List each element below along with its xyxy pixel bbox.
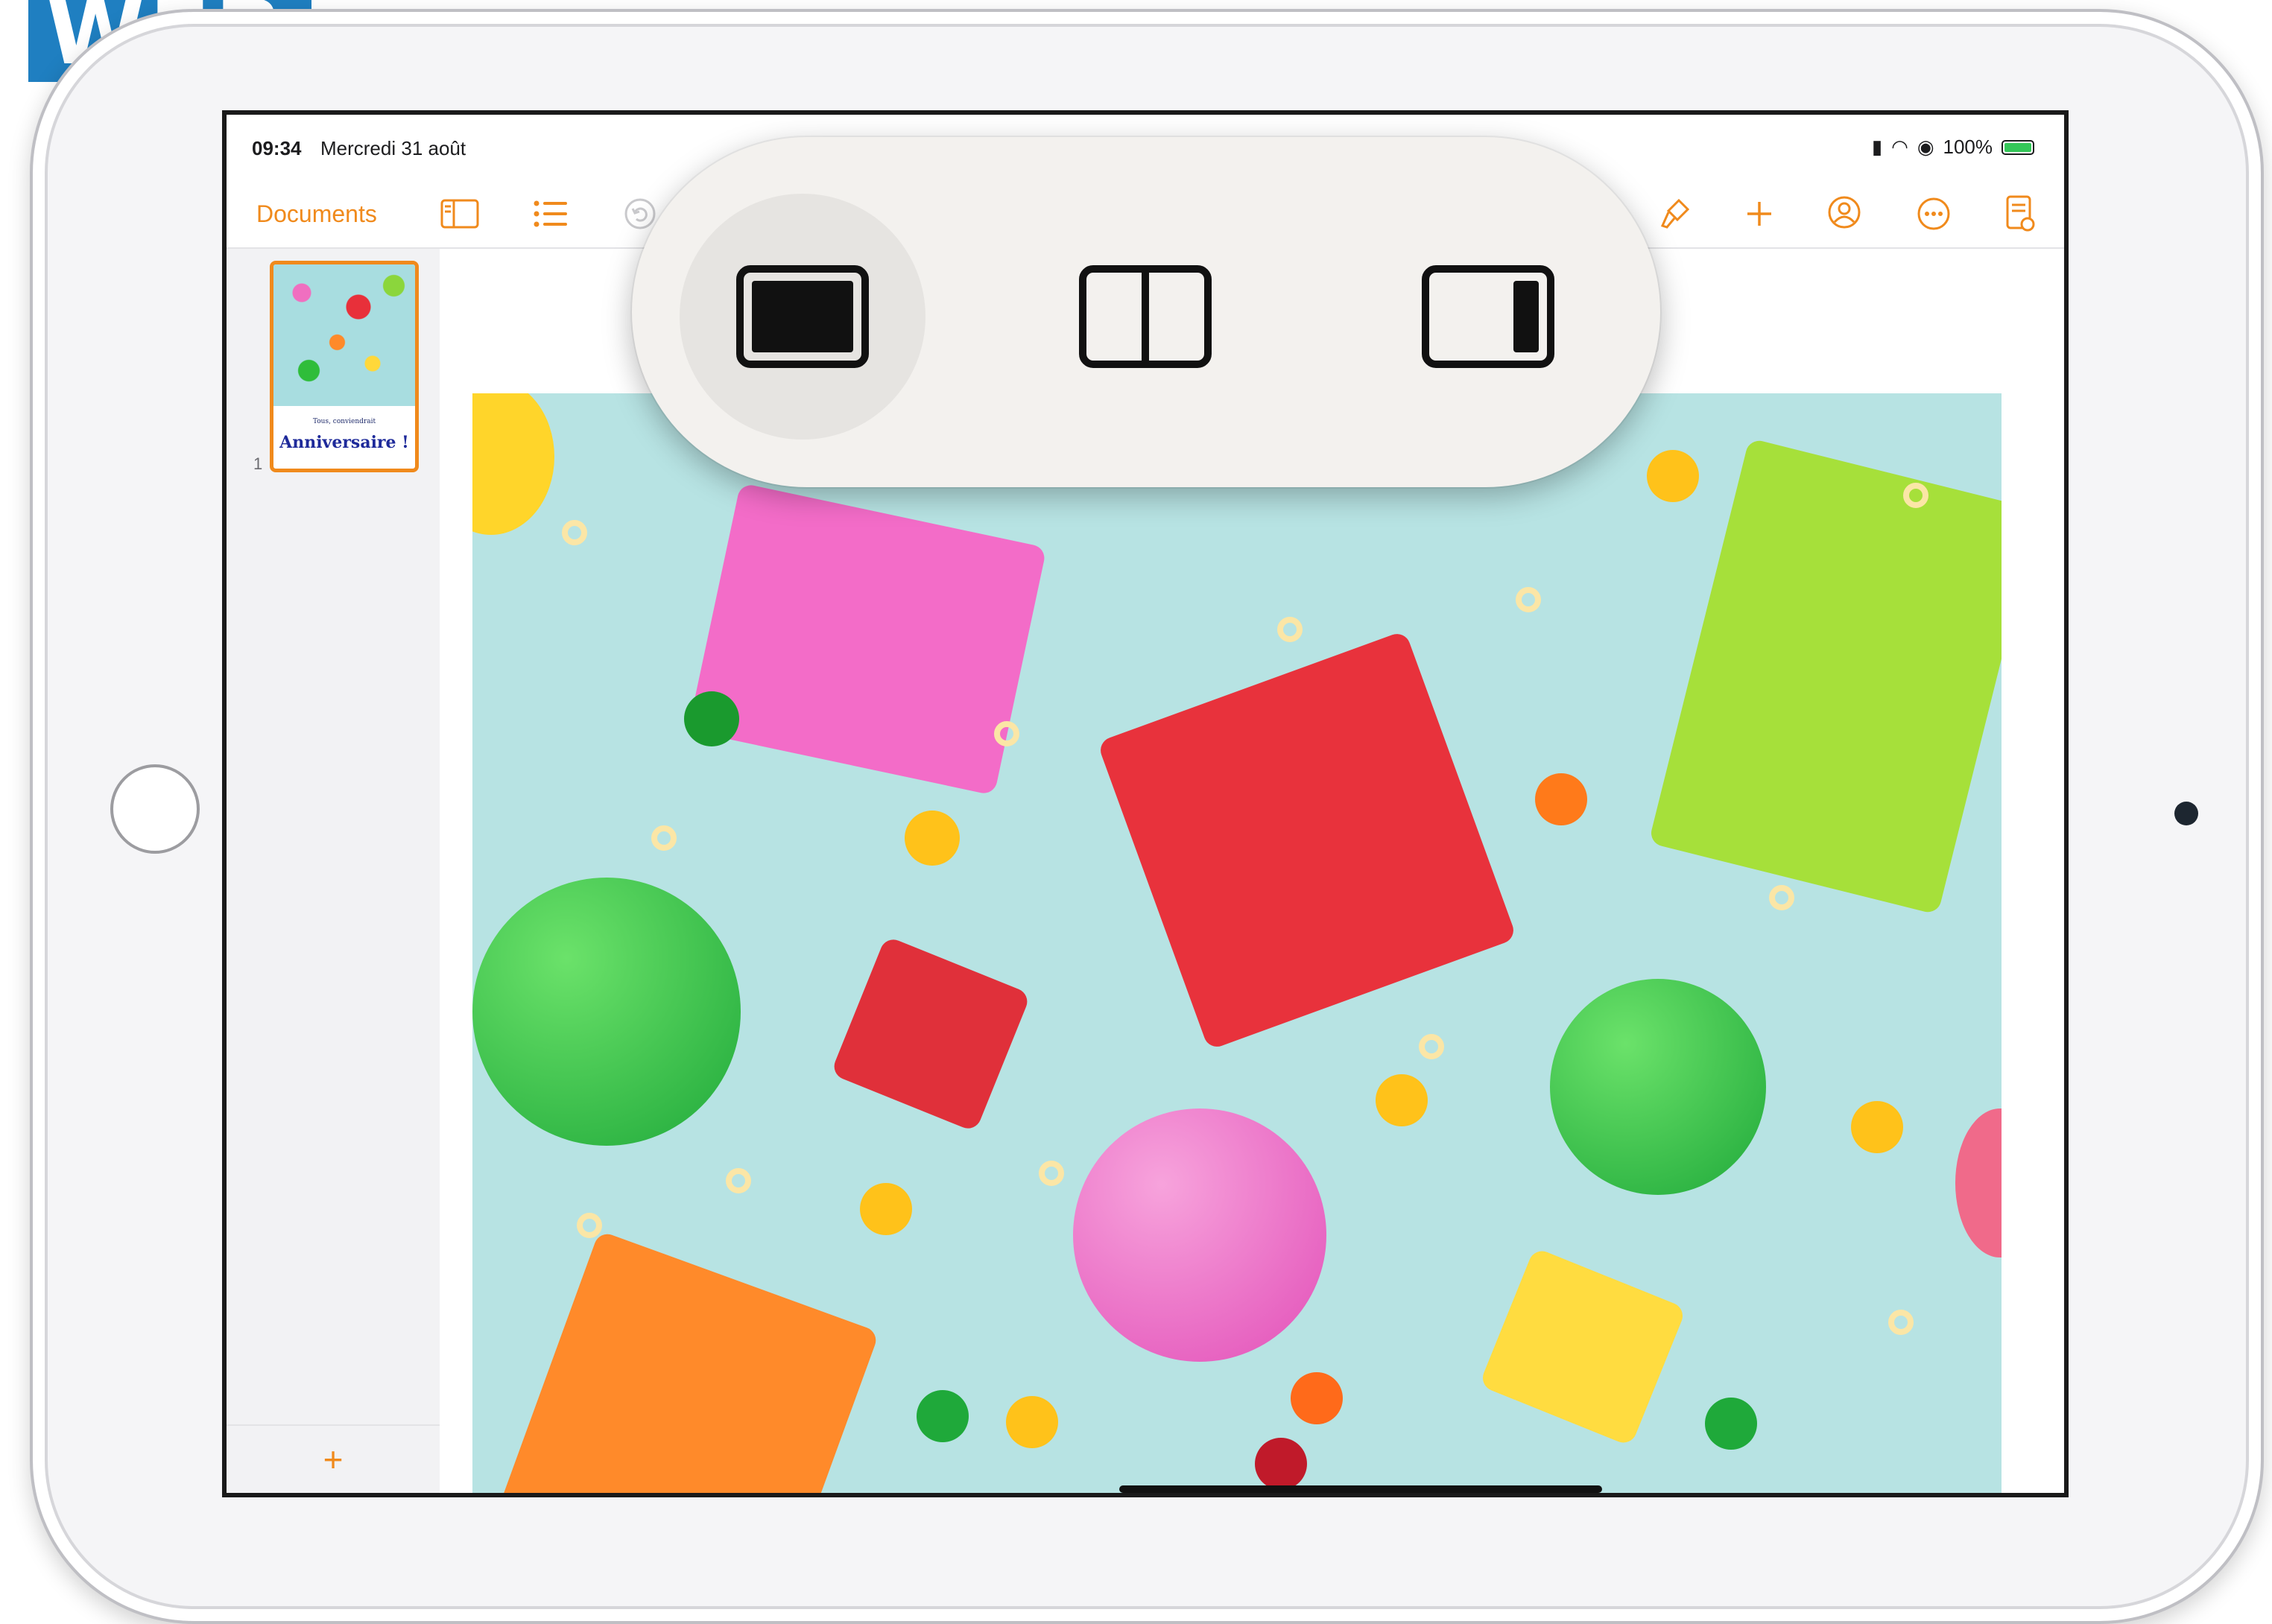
gift-red-large <box>1097 630 1517 1050</box>
battery-icon <box>2002 139 2034 155</box>
brush-icon[interactable] <box>1648 188 1700 240</box>
document-options-icon[interactable] <box>1994 188 2046 240</box>
gift-red-small <box>830 935 1031 1133</box>
slide-over-icon <box>1422 265 1554 368</box>
gift-green <box>1648 437 2002 916</box>
page-thumbnail[interactable]: Tous, conviendrait Anniversaire ! <box>270 261 419 472</box>
full-screen-button[interactable] <box>680 194 925 440</box>
home-indicator[interactable] <box>1119 1485 1602 1493</box>
candy <box>1647 450 1699 502</box>
balloon-pink <box>1073 1108 1326 1362</box>
confetti-ring <box>1419 1034 1444 1059</box>
party-photo[interactable] <box>472 393 2002 1493</box>
candy <box>1006 1396 1058 1448</box>
slide-over-button[interactable] <box>1365 194 1611 440</box>
gift-yellow <box>1478 1247 1687 1447</box>
confetti-ring <box>1903 483 1928 508</box>
sidebar-icon[interactable] <box>434 188 486 240</box>
balloon-yellow <box>472 393 554 535</box>
full-screen-icon <box>736 265 869 368</box>
candy <box>905 811 960 866</box>
candy <box>860 1183 912 1235</box>
status-indicators: ▮ ◠ ◉ 100% <box>1872 136 2034 159</box>
front-camera <box>2174 802 2198 825</box>
page-number: 1 <box>253 454 263 473</box>
thumbnail-subtitle: Tous, conviendrait <box>312 418 376 425</box>
confetti-ring <box>1769 885 1794 910</box>
plus-icon[interactable] <box>1733 188 1785 240</box>
split-view-icon <box>1079 265 1212 368</box>
collaborate-icon[interactable] <box>1818 188 1870 240</box>
candy <box>1851 1101 1903 1153</box>
confetti-ring <box>994 721 1019 746</box>
candy <box>1255 1438 1307 1490</box>
battery-percent: 100% <box>1943 136 1993 158</box>
candy <box>1705 1398 1757 1450</box>
confetti-ring <box>1277 617 1303 642</box>
confetti-ring <box>577 1213 602 1238</box>
candy <box>1535 773 1587 825</box>
page-thumbnails-sidebar: Tous, conviendrait Anniversaire ! 1 + <box>227 249 441 1493</box>
signal-icon: ▮ <box>1871 136 1883 158</box>
confetti-ring <box>1516 587 1541 612</box>
confetti-ring <box>726 1168 751 1193</box>
candy <box>1376 1074 1428 1126</box>
thumbnail-image <box>273 264 415 406</box>
candy <box>1291 1372 1343 1424</box>
home-button[interactable] <box>110 764 200 854</box>
lock-rotation-icon: ◉ <box>1917 136 1934 158</box>
balloon-green <box>472 878 741 1146</box>
split-view-button[interactable] <box>1022 194 1268 440</box>
wifi-icon: ◠ <box>1891 136 1908 158</box>
confetti-ring <box>1888 1310 1914 1335</box>
gift-pink <box>688 483 1047 796</box>
status-time: 09:34 <box>252 137 302 159</box>
add-page-button[interactable]: + <box>227 1424 440 1493</box>
thumbnail-title: Anniversaire ! <box>279 433 409 452</box>
list-icon[interactable] <box>525 188 577 240</box>
more-icon[interactable] <box>1908 188 1960 240</box>
candy <box>684 691 739 746</box>
ipad-screen: 09:34 Mercredi 31 août ▮ ◠ ◉ 100% Docume… <box>222 110 2069 1497</box>
gift-orange <box>497 1230 880 1493</box>
candy <box>917 1390 969 1442</box>
balloon-green <box>1550 979 1766 1195</box>
balloon-pink <box>1955 1108 2002 1257</box>
multitasking-menu <box>632 137 1660 487</box>
documents-button[interactable]: Documents <box>256 188 377 240</box>
confetti-ring <box>562 520 587 545</box>
confetti-ring <box>1039 1161 1064 1186</box>
status-date: Mercredi 31 août <box>320 137 466 159</box>
confetti-ring <box>651 825 677 851</box>
